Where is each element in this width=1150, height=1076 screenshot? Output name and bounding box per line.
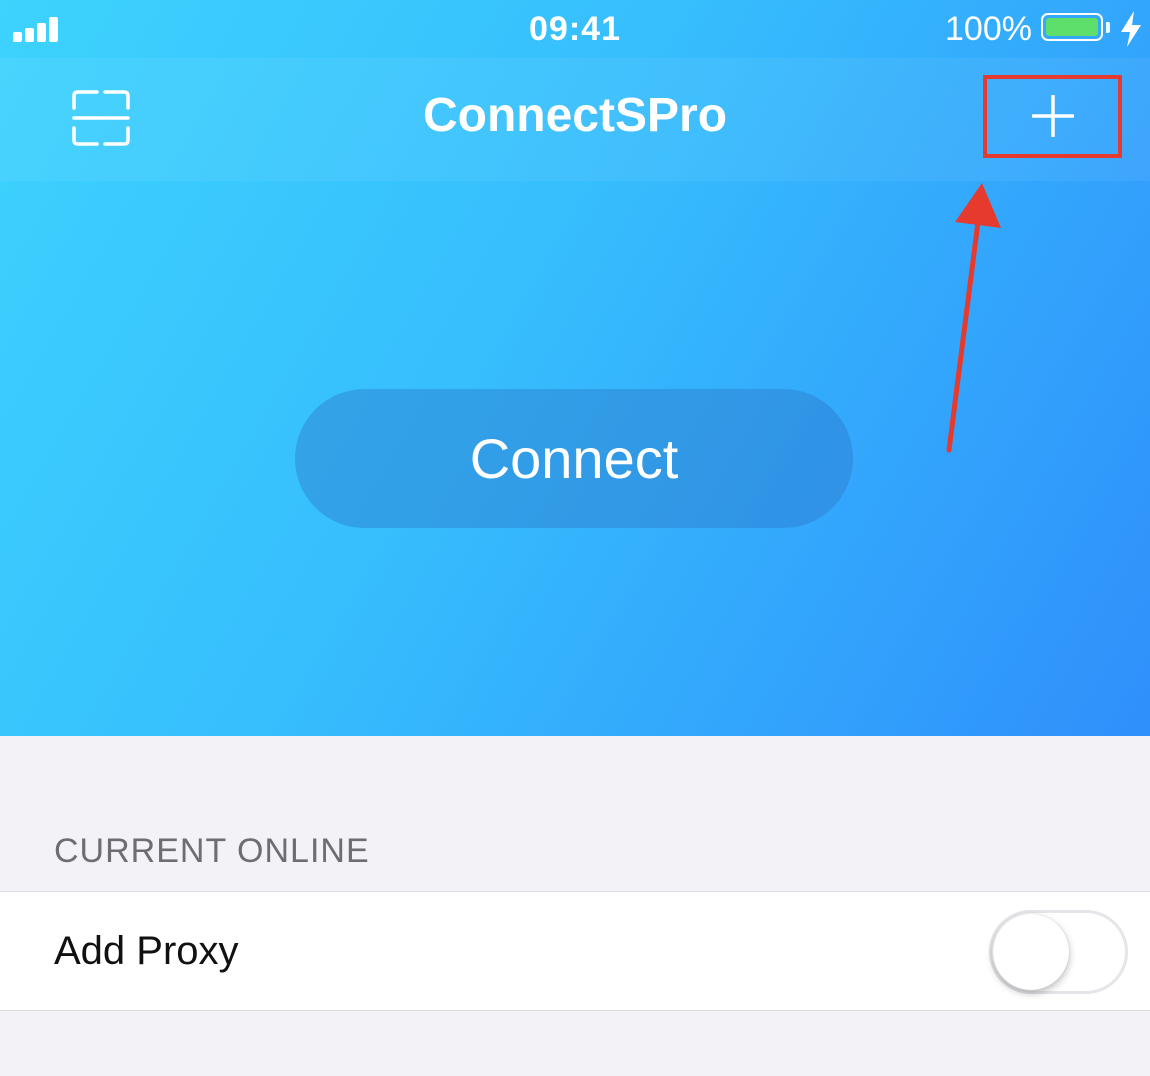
lightning-bolt-icon [1121,11,1141,47]
add-proxy-label: Add Proxy [54,929,239,973]
battery-percentage: 100% [945,10,1032,48]
toggle-knob[interactable] [993,914,1069,990]
add-proxy-toggle[interactable] [989,910,1128,994]
app-title: ConnectSPro [422,89,728,142]
status-bar: 09:41 100% [0,0,1150,58]
navigation-bar: ConnectSPro [0,58,1150,180]
add-proxy-row: Add Proxy [0,891,1150,1011]
hero-panel: 09:41 100% ConnectSPro Connect [0,0,1150,736]
red-arrow-annotation [946,183,1001,453]
battery-icon [1041,13,1103,41]
battery-level-fill [1046,18,1098,36]
plus-icon [1032,95,1074,137]
section-header-current-online: CURRENT ONLINE [54,832,370,870]
connect-button[interactable]: Connect [295,389,853,528]
battery-tip [1106,22,1110,33]
cellular-signal-icon [13,16,61,42]
status-time: 09:41 [529,10,621,48]
add-button[interactable] [983,75,1122,158]
